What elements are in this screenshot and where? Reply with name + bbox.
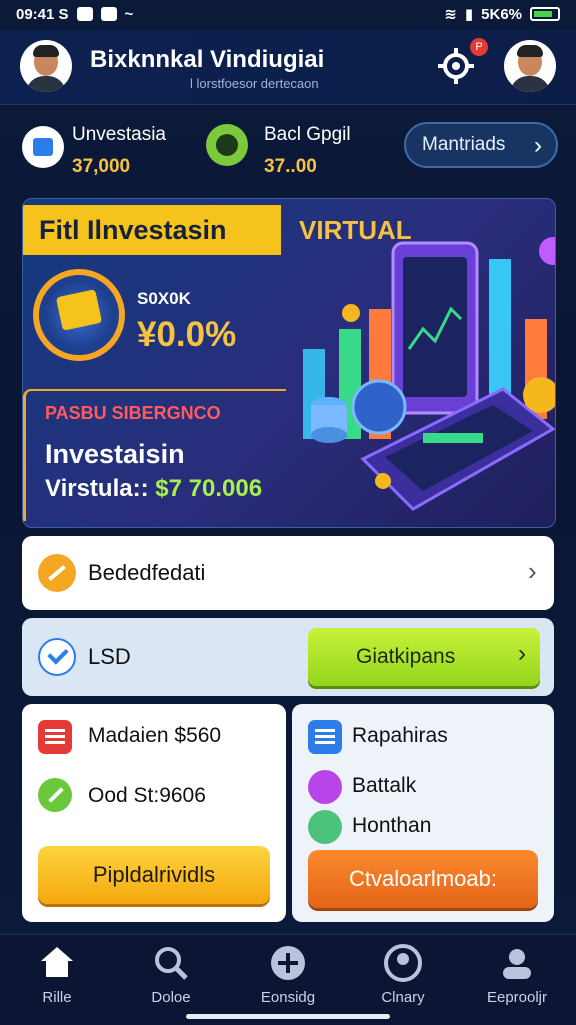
app-subtitle: l lorstfoesor dertecaon bbox=[190, 76, 319, 91]
user-circle-icon bbox=[384, 944, 422, 982]
phone-chart-illustration bbox=[303, 237, 555, 511]
home-icon bbox=[41, 947, 73, 977]
app-header: Bixknnkal Vindiugiai l lorstfoesor derte… bbox=[0, 30, 576, 105]
coin-icon bbox=[33, 269, 125, 361]
hero-virtual-amount: $7 70.006 bbox=[155, 475, 263, 502]
wifi-icon: ≋ bbox=[444, 6, 457, 23]
hero-virtual-label: Virstula:: bbox=[45, 475, 149, 502]
hero-small-label: S0X0K bbox=[137, 289, 191, 308]
battery-icon bbox=[530, 7, 560, 21]
card-right-line1: Rapahiras bbox=[352, 724, 448, 747]
home-indicator[interactable] bbox=[186, 1014, 390, 1019]
list-icon bbox=[308, 720, 342, 754]
notification-badge: P bbox=[470, 38, 488, 56]
nav-label: Rille bbox=[42, 989, 72, 1006]
check-circle-icon bbox=[38, 638, 76, 676]
leaf-icon bbox=[308, 810, 342, 844]
gear-icon[interactable] bbox=[436, 46, 476, 86]
manage-button[interactable]: Mantriads › bbox=[404, 122, 558, 168]
hero-virtual-row: Virstula:: $7 70.006 bbox=[45, 475, 262, 503]
nav-item-home[interactable]: Rille bbox=[12, 943, 102, 1006]
app-icon bbox=[100, 7, 117, 21]
card-right-line3: Honthan bbox=[352, 814, 432, 837]
chevron-right-icon: › bbox=[518, 640, 526, 667]
hero-tag: Fitl Ilnvestasin bbox=[23, 205, 281, 255]
profile-icon bbox=[503, 949, 531, 979]
profile-avatar[interactable] bbox=[504, 40, 556, 92]
hero-investasi: Investaisin bbox=[45, 439, 185, 469]
nav-item-add[interactable]: Eonsidg bbox=[243, 943, 333, 1006]
card-left-line1: Madaien $560 bbox=[88, 724, 222, 747]
edit-icon bbox=[38, 778, 72, 812]
row-blue-label: LSD bbox=[88, 644, 131, 669]
nav-label: Eeprooljr bbox=[486, 989, 548, 1006]
status-bar: 09:41 S ~ ≋ ▮ 5K6% bbox=[0, 0, 576, 28]
app-title: Bixknnkal Vindiugiai bbox=[90, 46, 325, 73]
bottom-nav: Rille Doloe Eonsidg Clnary Eeprooljr bbox=[0, 934, 576, 1025]
hero-percent: ¥0.0% bbox=[137, 315, 237, 354]
shield-icon bbox=[206, 124, 248, 166]
nav-item-profile[interactable]: Eeprooljr bbox=[472, 943, 562, 1006]
row-white-label: Bededfedati bbox=[88, 560, 206, 585]
nav-label: Doloe bbox=[151, 989, 191, 1006]
hero-banner[interactable]: Fitl Ilnvestasin VIRTUAL S0X0K ¥0.0% PAS… bbox=[22, 198, 556, 528]
balance-value-2: 37..00 bbox=[264, 156, 317, 177]
chevron-right-icon: › bbox=[534, 132, 542, 159]
status-time: 09:41 S bbox=[16, 5, 69, 23]
green-action-button[interactable]: Giatkipans › bbox=[308, 628, 540, 686]
wallet-icon bbox=[22, 126, 64, 168]
card-left-line2: Ood St:9606 bbox=[88, 784, 206, 807]
card-right-line2: Battalk bbox=[352, 774, 417, 797]
search-icon bbox=[155, 947, 188, 980]
nav-label: Clnary bbox=[381, 989, 425, 1006]
battery-text: 5K6% bbox=[481, 5, 522, 23]
tools-icon bbox=[38, 554, 76, 592]
more-icon: ~ bbox=[124, 5, 134, 23]
yellow-action-button[interactable]: Pipldalrividls bbox=[38, 846, 270, 904]
nav-item-account[interactable]: Clnary bbox=[358, 943, 448, 1006]
balance-label-2: Bacl Gpgil bbox=[264, 124, 351, 145]
document-icon bbox=[38, 720, 72, 754]
green-button-label: Giatkipans bbox=[356, 645, 456, 668]
avatar[interactable] bbox=[20, 40, 72, 92]
chevron-right-icon: › bbox=[528, 556, 537, 586]
chat-icon bbox=[308, 770, 342, 804]
orange-action-button[interactable]: Ctvaloarlmoab: bbox=[308, 850, 538, 908]
balance-label-1: Unvestasia bbox=[72, 124, 166, 145]
plus-circle-icon bbox=[271, 946, 305, 980]
hero-red-label: PASBU SIBERGNCO bbox=[45, 403, 221, 423]
nav-item-search[interactable]: Doloe bbox=[126, 943, 216, 1006]
nav-label: Eonsidg bbox=[260, 989, 316, 1006]
balance-value-1: 37,000 bbox=[72, 156, 131, 177]
manage-button-label: Mantriads bbox=[422, 134, 506, 155]
signal-icon: ▮ bbox=[464, 6, 474, 23]
list-row-bededfedati[interactable]: Bededfedati › bbox=[22, 536, 554, 610]
notification-icon bbox=[76, 7, 93, 21]
